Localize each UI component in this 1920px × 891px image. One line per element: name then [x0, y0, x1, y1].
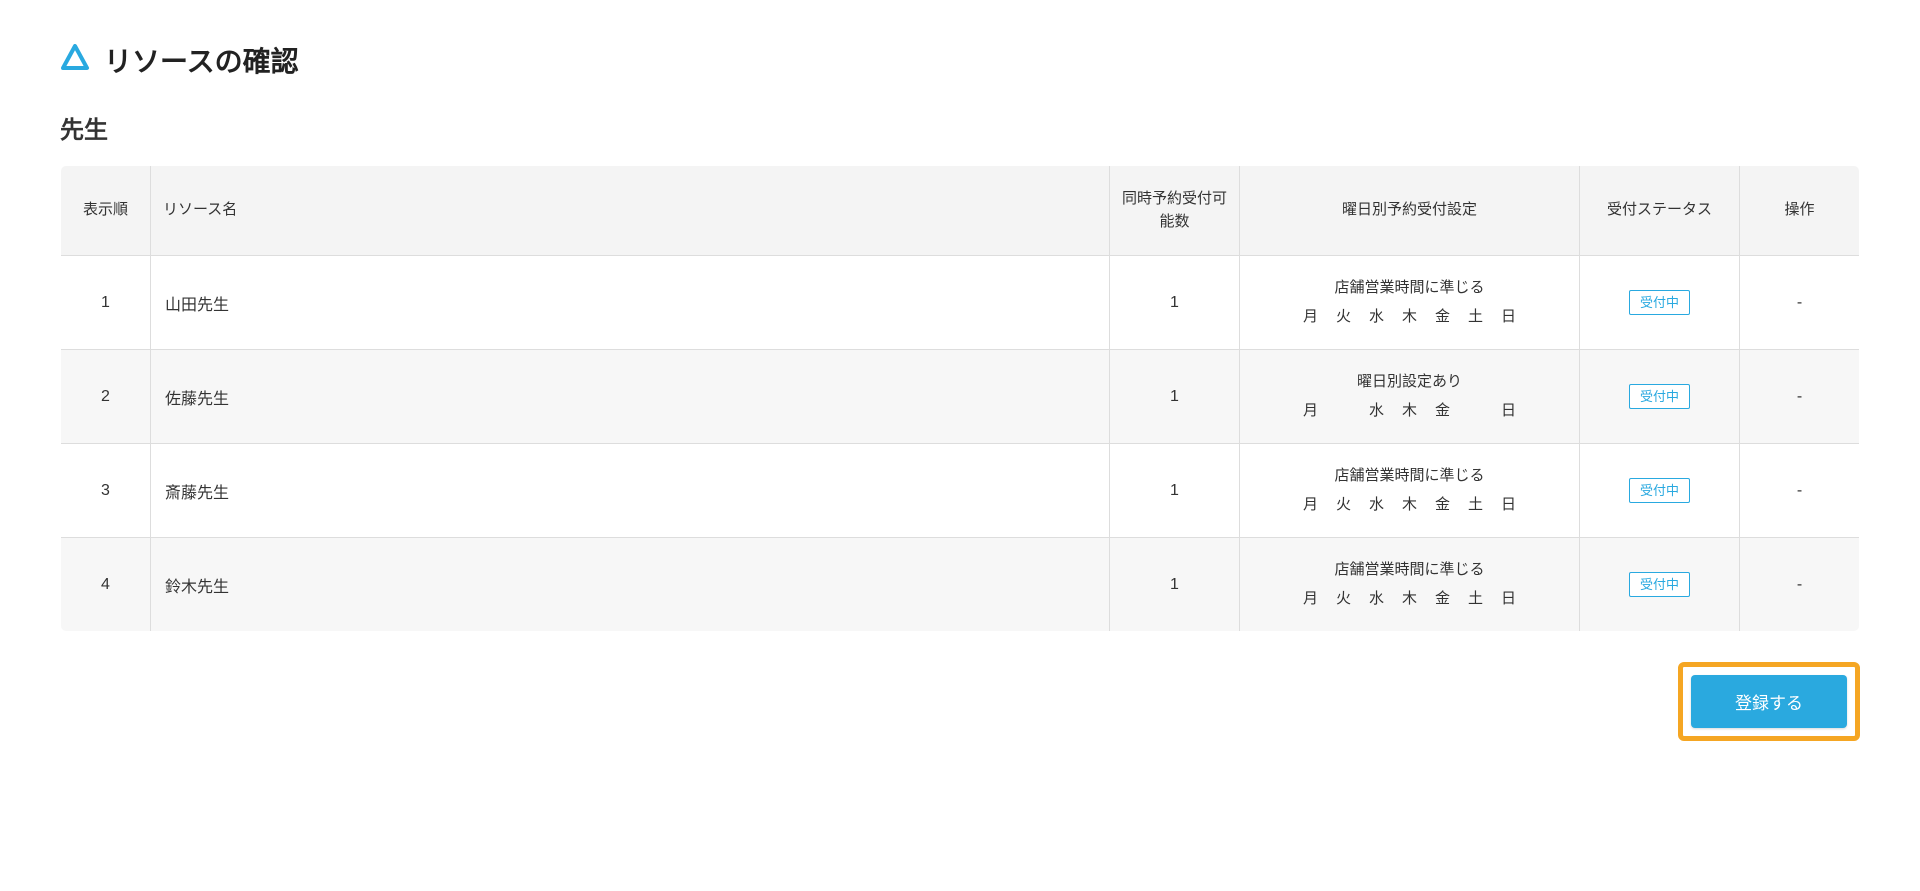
- section-title: 先生: [60, 110, 1860, 145]
- col-header-schedule: 曜日別予約受付設定: [1240, 166, 1580, 256]
- cell-schedule: 曜日別設定あり月火水木金土日: [1240, 350, 1580, 444]
- cell-capacity: 1: [1110, 444, 1240, 538]
- highlight-frame: 登録する: [1678, 662, 1860, 741]
- cell-schedule: 店舗営業時間に準じる月火水木金土日: [1240, 256, 1580, 350]
- schedule-note: 店舗営業時間に準じる: [1254, 556, 1565, 585]
- cell-schedule: 店舗営業時間に準じる月火水木金土日: [1240, 444, 1580, 538]
- status-badge: 受付中: [1629, 384, 1690, 409]
- table-row: 4鈴木先生1店舗営業時間に準じる月火水木金土日受付中-: [61, 538, 1860, 632]
- col-header-status: 受付ステータス: [1580, 166, 1740, 256]
- days-row: 月火水木金土日: [1254, 303, 1565, 332]
- cell-actions: -: [1740, 256, 1860, 350]
- col-header-name: リソース名: [151, 166, 1110, 256]
- cell-status: 受付中: [1580, 444, 1740, 538]
- day-label: 日: [1501, 585, 1516, 614]
- cell-schedule: 店舗営業時間に準じる月火水木金土日: [1240, 538, 1580, 632]
- cell-order: 4: [61, 538, 151, 632]
- schedule-note: 店舗営業時間に準じる: [1254, 274, 1565, 303]
- cell-order: 1: [61, 256, 151, 350]
- days-row: 月火水木金土日: [1254, 491, 1565, 520]
- day-label: 火: [1336, 303, 1351, 332]
- day-label: 土: [1468, 303, 1483, 332]
- day-label: 金: [1435, 585, 1450, 614]
- cell-status: 受付中: [1580, 538, 1740, 632]
- page-title: リソースの確認: [104, 40, 299, 80]
- table-row: 2佐藤先生1曜日別設定あり月火水木金土日受付中-: [61, 350, 1860, 444]
- schedule-note: 曜日別設定あり: [1254, 368, 1565, 397]
- cell-capacity: 1: [1110, 350, 1240, 444]
- day-label: 金: [1435, 303, 1450, 332]
- day-label: 木: [1402, 303, 1417, 332]
- day-label: 水: [1369, 585, 1384, 614]
- col-header-actions: 操作: [1740, 166, 1860, 256]
- days-row: 月火水木金土日: [1254, 585, 1565, 614]
- resource-table: 表示順 リソース名 同時予約受付可能数 曜日別予約受付設定 受付ステータス 操作…: [60, 165, 1860, 632]
- day-label: 月: [1303, 303, 1318, 332]
- day-label: 金: [1435, 491, 1450, 520]
- day-label: 月: [1303, 397, 1318, 426]
- day-label: 日: [1501, 491, 1516, 520]
- day-label: 木: [1402, 585, 1417, 614]
- page-header: リソースの確認: [60, 40, 1860, 80]
- day-label: 木: [1402, 397, 1417, 426]
- days-row: 月火水木金土日: [1254, 397, 1565, 426]
- table-row: 3斎藤先生1店舗営業時間に準じる月火水木金土日受付中-: [61, 444, 1860, 538]
- cell-name: 山田先生: [151, 256, 1110, 350]
- day-label: 火: [1336, 585, 1351, 614]
- day-label: 水: [1369, 397, 1384, 426]
- cell-capacity: 1: [1110, 538, 1240, 632]
- col-header-capacity: 同時予約受付可能数: [1110, 166, 1240, 256]
- day-label: 日: [1501, 303, 1516, 332]
- cell-name: 佐藤先生: [151, 350, 1110, 444]
- status-badge: 受付中: [1629, 478, 1690, 503]
- day-label: 金: [1435, 397, 1450, 426]
- day-label: 土: [1468, 491, 1483, 520]
- day-label: 火: [1336, 491, 1351, 520]
- day-label: 木: [1402, 491, 1417, 520]
- status-badge: 受付中: [1629, 572, 1690, 597]
- day-label: 土: [1468, 585, 1483, 614]
- cell-order: 2: [61, 350, 151, 444]
- footer-actions: 登録する: [60, 662, 1860, 741]
- col-header-order: 表示順: [61, 166, 151, 256]
- cell-order: 3: [61, 444, 151, 538]
- cell-status: 受付中: [1580, 256, 1740, 350]
- day-label: 月: [1303, 491, 1318, 520]
- day-label: 日: [1501, 397, 1516, 426]
- cell-name: 鈴木先生: [151, 538, 1110, 632]
- cell-capacity: 1: [1110, 256, 1240, 350]
- status-badge: 受付中: [1629, 290, 1690, 315]
- cell-name: 斎藤先生: [151, 444, 1110, 538]
- schedule-note: 店舗営業時間に準じる: [1254, 462, 1565, 491]
- triangle-icon: [60, 44, 90, 77]
- cell-actions: -: [1740, 444, 1860, 538]
- day-label: 水: [1369, 491, 1384, 520]
- day-label: 水: [1369, 303, 1384, 332]
- cell-actions: -: [1740, 350, 1860, 444]
- register-button[interactable]: 登録する: [1691, 675, 1847, 728]
- table-row: 1山田先生1店舗営業時間に準じる月火水木金土日受付中-: [61, 256, 1860, 350]
- cell-status: 受付中: [1580, 350, 1740, 444]
- cell-actions: -: [1740, 538, 1860, 632]
- day-label: 月: [1303, 585, 1318, 614]
